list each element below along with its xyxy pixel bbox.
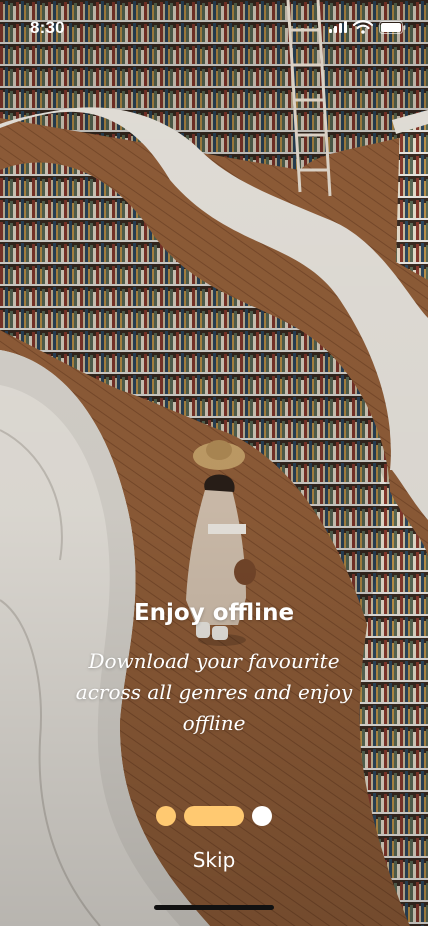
wifi-icon [353, 20, 373, 34]
battery-icon [379, 20, 406, 34]
skip-button[interactable]: Skip [164, 845, 264, 875]
onboarding-screen: 8:30 Enjoy offline Download your favouri… [0, 0, 428, 926]
page-dot-2-active[interactable] [184, 806, 244, 826]
library-background-image [0, 0, 428, 926]
page-indicator [0, 806, 428, 826]
status-time: 8:30 [30, 18, 65, 37]
cellular-signal-icon [329, 21, 347, 33]
home-indicator [154, 905, 274, 910]
onboarding-description: Download your favourite across all genre… [75, 649, 353, 735]
status-bar: 8:30 [0, 0, 428, 58]
onboarding-title: Enjoy offline [133, 600, 295, 626]
status-icons [329, 20, 406, 34]
page-dot-3[interactable] [252, 806, 272, 826]
page-dot-1[interactable] [156, 806, 176, 826]
